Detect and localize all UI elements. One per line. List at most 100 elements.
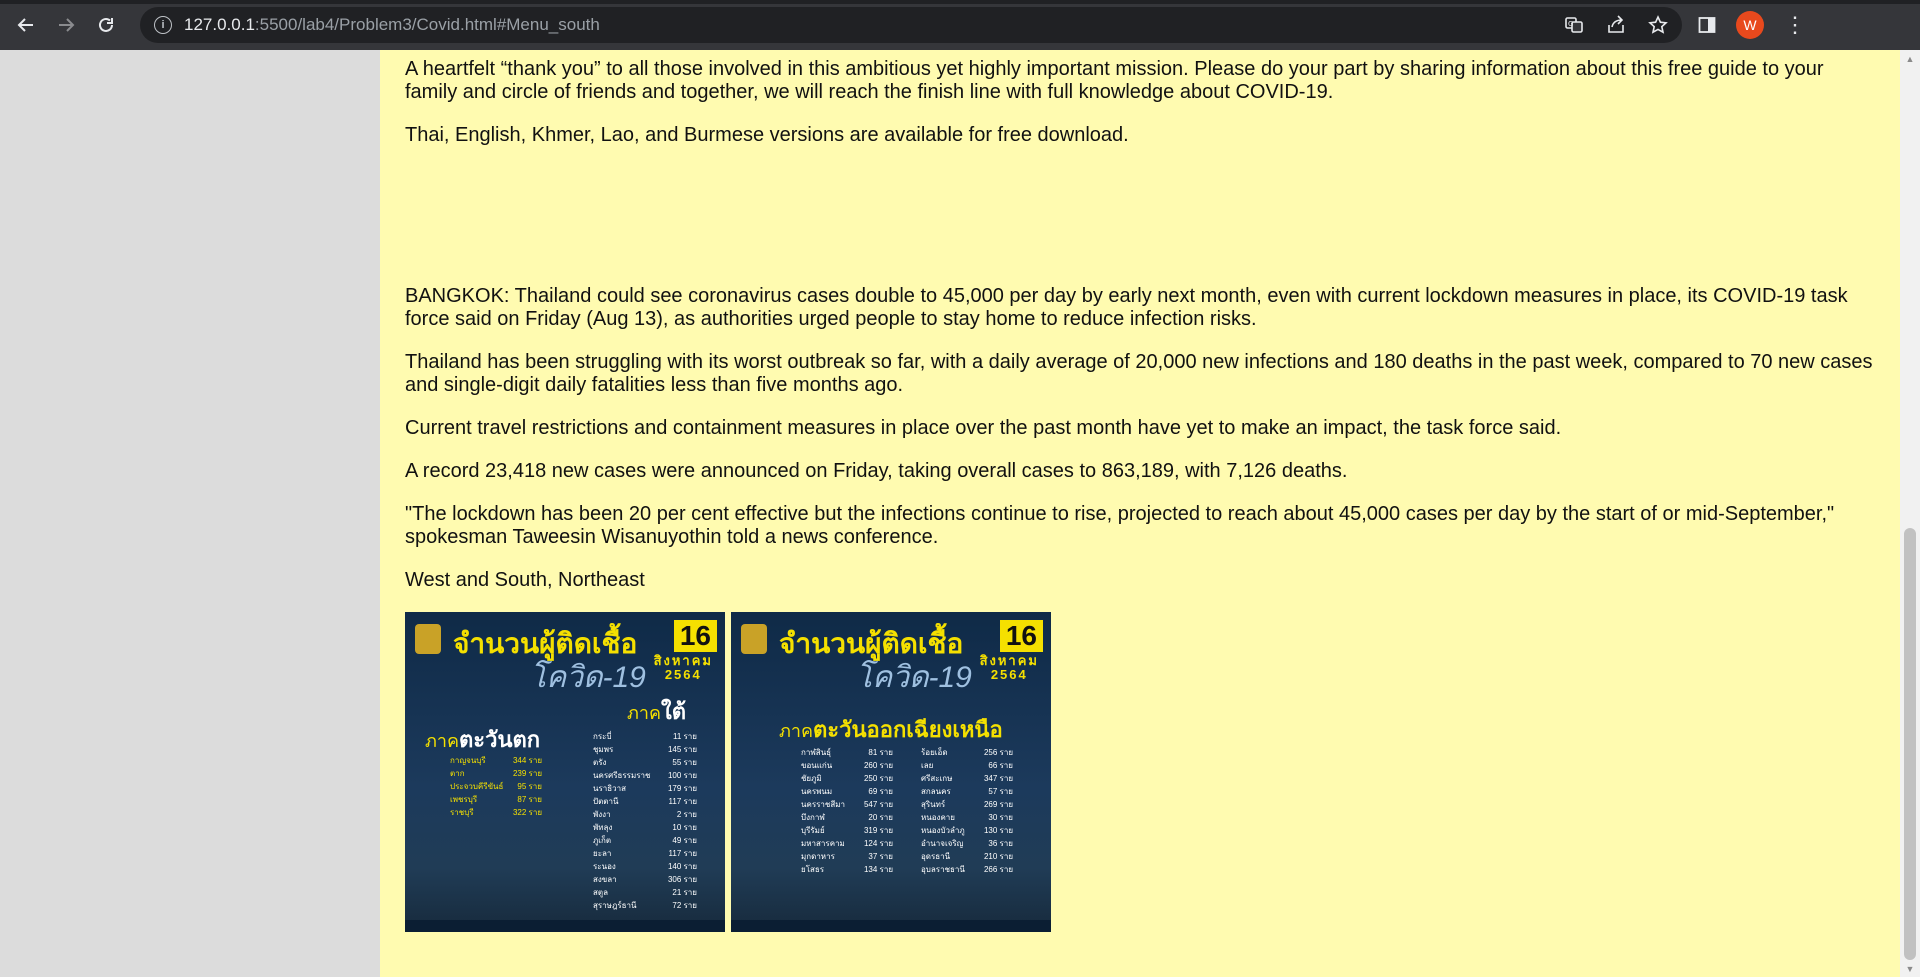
region-name: ใต้: [661, 699, 687, 724]
province-row: มหาสารคาม 124 ราย: [801, 837, 893, 850]
province-count: 306 ราย: [667, 875, 697, 884]
province-row: ยะลา 117 ราย: [593, 847, 697, 860]
province-name: สุราษฎร์ธานี: [593, 901, 637, 910]
forward-button[interactable]: [46, 5, 86, 45]
reload-icon: [99, 17, 113, 32]
province-count: 256 ราย: [983, 748, 1013, 757]
province-row: กาฬสินธุ์ 81 ราย: [801, 746, 893, 759]
province-name: มุกดาหาร: [801, 852, 835, 861]
infographic-year: 2564: [990, 667, 1028, 682]
province-count: 100 ราย: [667, 771, 697, 780]
province-row: สุรินทร์ 269 ราย: [921, 798, 1013, 811]
province-count: 55 ราย: [672, 758, 697, 767]
province-count: 266 ราย: [983, 865, 1013, 874]
province-count: 30 ราย: [988, 813, 1013, 822]
infographic-gallery: จำนวนผู้ติดเชื้อ 16 โควิด-19 สิงหาคม 256…: [405, 612, 1875, 932]
bookmark-star-icon[interactable]: [1648, 15, 1668, 35]
province-row: หนองคาย 30 ราย: [921, 811, 1013, 824]
side-panel-icon[interactable]: [1698, 16, 1716, 34]
province-name: ชุมพร: [593, 745, 614, 754]
province-name: กระบี่: [593, 732, 612, 741]
province-count: 57 ราย: [988, 787, 1013, 796]
province-count: 239 ราย: [512, 769, 542, 778]
province-row: เลย 66 ราย: [921, 759, 1013, 772]
province-count: 269 ราย: [983, 800, 1013, 809]
url-path: :5500/lab4/Problem3/Covid.html#Menu_sout…: [254, 15, 600, 34]
province-count: 210 ราย: [983, 852, 1013, 861]
province-name: กาญจนบุรี: [450, 756, 486, 765]
province-row: ชัยภูมิ 250 ราย: [801, 772, 893, 785]
province-row: สกลนคร 57 ราย: [921, 785, 1013, 798]
address-bar[interactable]: i 127.0.0.1:5500/lab4/Problem3/Covid.htm…: [140, 7, 1682, 43]
province-name: ขอนแก่น: [801, 761, 833, 770]
back-button[interactable]: [6, 5, 46, 45]
province-name: เลย: [921, 761, 934, 770]
province-name: อุดรธานี: [921, 852, 951, 861]
province-name: สุรินทร์: [921, 800, 946, 809]
province-name: เพชรบุรี: [450, 795, 478, 804]
province-count: 319 ราย: [863, 826, 893, 835]
region-heading-south: ภาคใต้: [627, 694, 686, 729]
province-row: พังงา 2 ราย: [593, 808, 697, 821]
province-name: ร้อยเอ็ด: [921, 748, 948, 757]
province-count: 130 ราย: [983, 826, 1013, 835]
infographic-subtitle: โควิด-19: [856, 661, 972, 694]
menu-kebab-icon[interactable]: ⋮: [1784, 14, 1806, 36]
region-list-south: กระบี่ 11 ราย ชุมพร 145 ราย ตรัง 55 ราย นคร…: [593, 730, 697, 912]
province-row: ตรัง 55 ราย: [593, 756, 697, 769]
province-count: 10 ราย: [672, 823, 697, 832]
province-count: 2 ราย: [676, 810, 697, 819]
tab-strip-edge: [0, 0, 1920, 4]
page-scrollbar[interactable]: ▲ ▼: [1900, 50, 1920, 977]
province-name: บึงกาฬ: [801, 813, 825, 822]
province-row: นราธิวาส 179 ราย: [593, 782, 697, 795]
province-count: 134 ราย: [863, 865, 893, 874]
infographic-month-year: สิงหาคม 2564: [980, 654, 1039, 682]
province-count: 250 ราย: [863, 774, 893, 783]
province-name: ภูเก็ต: [593, 836, 612, 845]
infographic-day: 16: [999, 620, 1043, 652]
article-content: A heartfelt “thank you” to all those inv…: [380, 50, 1900, 977]
profile-avatar[interactable]: W: [1736, 11, 1764, 39]
province-row: เพชรบุรี 87 ราย: [450, 793, 542, 806]
region-list-northeast-b: ร้อยเอ็ด 256 ราย เลย 66 ราย ศรีสะเกษ 347 รา…: [921, 746, 1013, 876]
share-icon[interactable]: [1606, 15, 1626, 35]
province-row: ระนอง 140 ราย: [593, 860, 697, 873]
province-count: 87 ราย: [517, 795, 542, 804]
address-bar-actions: G: [1564, 15, 1682, 35]
province-row: ประจวบคีรีขันธ์ 95 ราย: [450, 780, 542, 793]
infographic-month: สิงหาคม: [979, 653, 1039, 668]
site-info-icon[interactable]: i: [154, 16, 172, 34]
province-name: บุรีรัมย์: [801, 826, 825, 835]
translate-icon[interactable]: G: [1564, 15, 1584, 35]
province-name: ตาก: [450, 769, 465, 778]
toolbar-right: W ⋮: [1698, 11, 1806, 39]
article-paragraph-restrictions: Current travel restrictions and containm…: [405, 417, 1562, 439]
province-count: 347 ราย: [983, 774, 1013, 783]
province-row: ภูเก็ต 49 ราย: [593, 834, 697, 847]
province-row: ชุมพร 145 ราย: [593, 743, 697, 756]
province-count: 37 ราย: [868, 852, 893, 861]
province-name: ระนอง: [593, 862, 616, 871]
province-name: ยะลา: [593, 849, 612, 858]
reload-button[interactable]: [86, 5, 126, 45]
province-count: 21 ราย: [672, 888, 697, 897]
province-count: 547 ราย: [863, 800, 893, 809]
province-name: นราธิวาส: [593, 784, 627, 793]
region-heading-west: ภาคตะวันตก: [425, 722, 540, 757]
region-prefix: ภาค: [779, 721, 814, 741]
infographic-footer: [405, 920, 725, 932]
province-row: มุกดาหาร 37 ราย: [801, 850, 893, 863]
province-name: นครพนม: [801, 787, 833, 796]
infographic-west-south: จำนวนผู้ติดเชื้อ 16 โควิด-19 สิงหาคม 256…: [405, 612, 725, 932]
infographic-footer: [731, 920, 1051, 932]
province-row: ยโสธร 134 ราย: [801, 863, 893, 876]
scroll-up-arrow-icon[interactable]: ▲: [1900, 50, 1920, 67]
province-count: 72 ราย: [672, 901, 697, 910]
province-row: ร้อยเอ็ด 256 ราย: [921, 746, 1013, 759]
province-count: 179 ราย: [667, 784, 697, 793]
province-name: นครศรีธรรมราช: [593, 771, 651, 780]
scrollbar-thumb[interactable]: [1904, 528, 1916, 960]
scroll-down-arrow-icon[interactable]: ▼: [1900, 960, 1920, 977]
browser-toolbar: i 127.0.0.1:5500/lab4/Problem3/Covid.htm…: [0, 0, 1920, 50]
